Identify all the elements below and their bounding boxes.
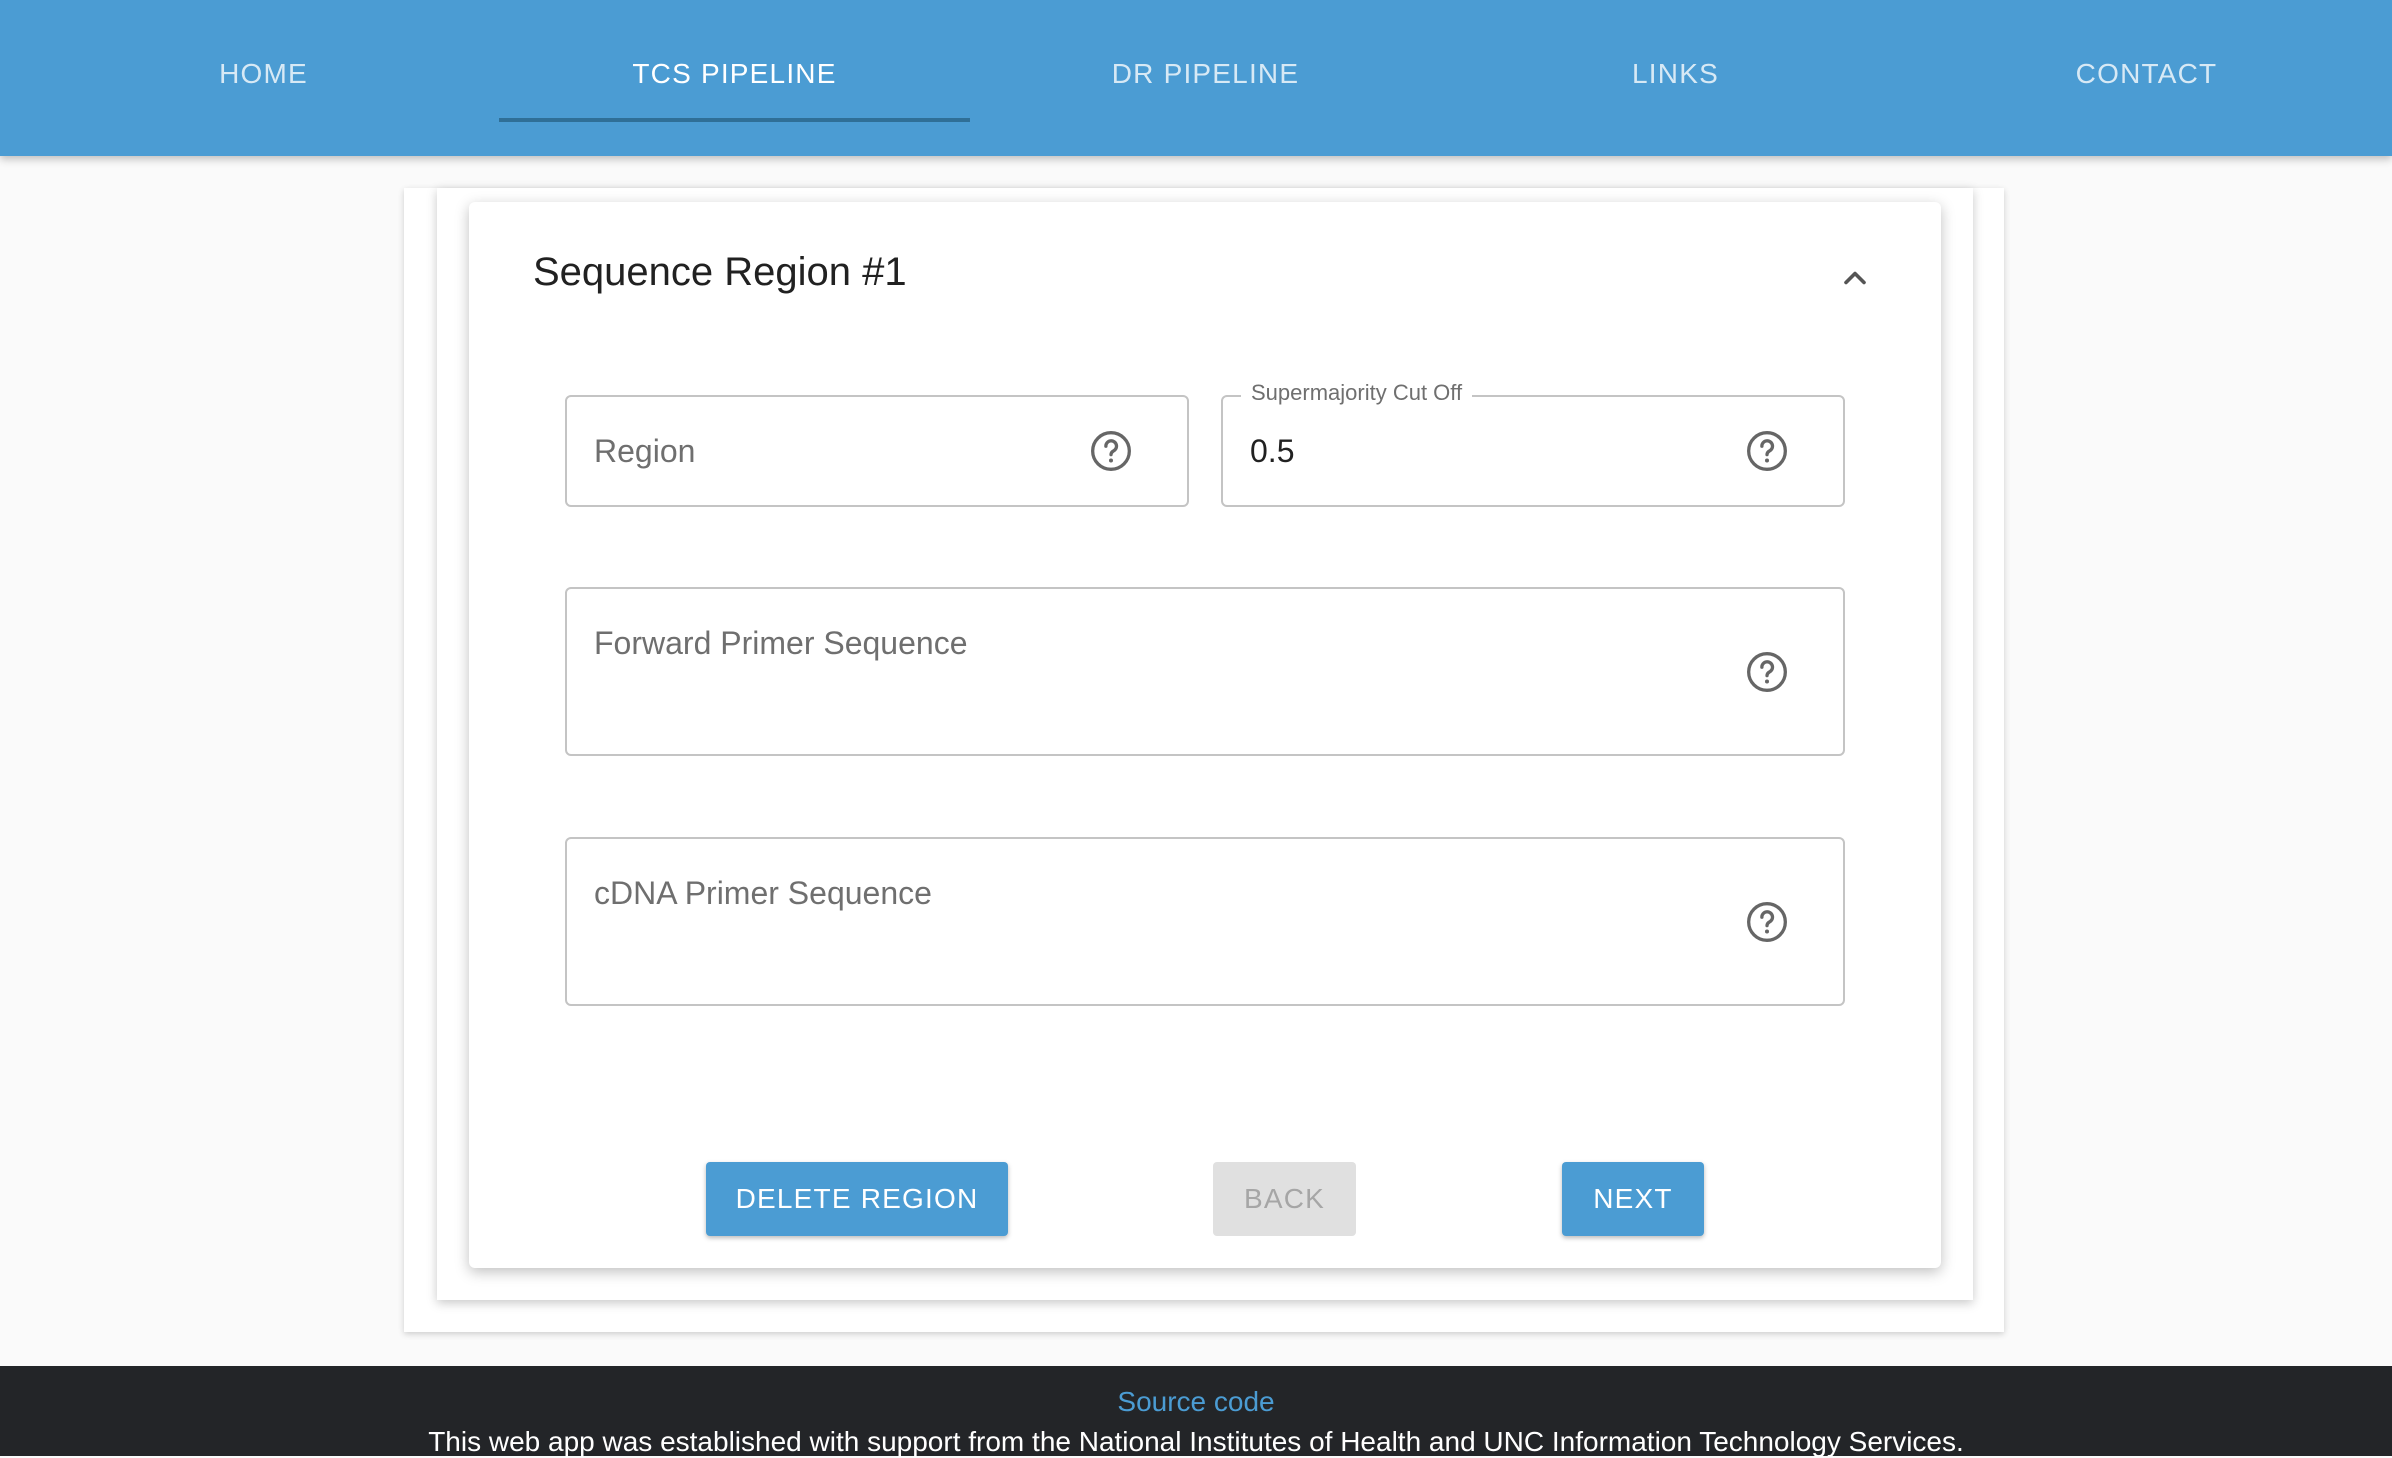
next-button[interactable]: NEXT [1562,1162,1704,1236]
page-footer: Source code This web app was established… [0,1366,2392,1457]
forward-primer-input[interactable]: Forward Primer Sequence [565,587,1845,756]
top-nav-bar: HOME TCS PIPELINE DR PIPELINE LINKS CONT… [0,0,2392,156]
cdna-primer-input[interactable]: cDNA Primer Sequence [565,837,1845,1006]
nav-tab-links[interactable]: LINKS [1440,0,1911,156]
help-circle-icon[interactable] [1089,429,1133,473]
back-button[interactable]: BACK [1213,1162,1356,1236]
supermajority-cutoff-label: Supermajority Cut Off [1241,380,1473,406]
sequence-region-card: Sequence Region #1 Region Supermajority … [469,202,1941,1268]
region-title: Sequence Region #1 [533,250,907,294]
footer-support-text: This web app was established with suppor… [428,1426,1964,1457]
nav-tab-tcs-pipeline[interactable]: TCS PIPELINE [499,0,970,156]
active-tab-indicator [499,118,970,122]
supermajority-cutoff-value: 0.5 [1250,433,1295,469]
source-code-link[interactable]: Source code [0,1386,2392,1418]
nav-tab-home[interactable]: HOME [28,0,499,156]
chevron-up-icon[interactable] [1837,260,1873,296]
region-input-label: Region [594,433,696,469]
delete-region-button[interactable]: DELETE REGION [706,1162,1008,1236]
forward-primer-label: Forward Primer Sequence [594,625,968,661]
region-input[interactable]: Region [565,395,1189,507]
help-circle-icon[interactable] [1745,429,1789,473]
supermajority-cutoff-input[interactable]: Supermajority Cut Off 0.5 [1221,380,1845,507]
cdna-primer-label: cDNA Primer Sequence [594,875,932,911]
nav-tab-contact[interactable]: CONTACT [1911,0,2382,156]
nav-tab-dr-pipeline[interactable]: DR PIPELINE [970,0,1441,156]
help-circle-icon[interactable] [1745,900,1789,944]
help-circle-icon[interactable] [1745,650,1789,694]
